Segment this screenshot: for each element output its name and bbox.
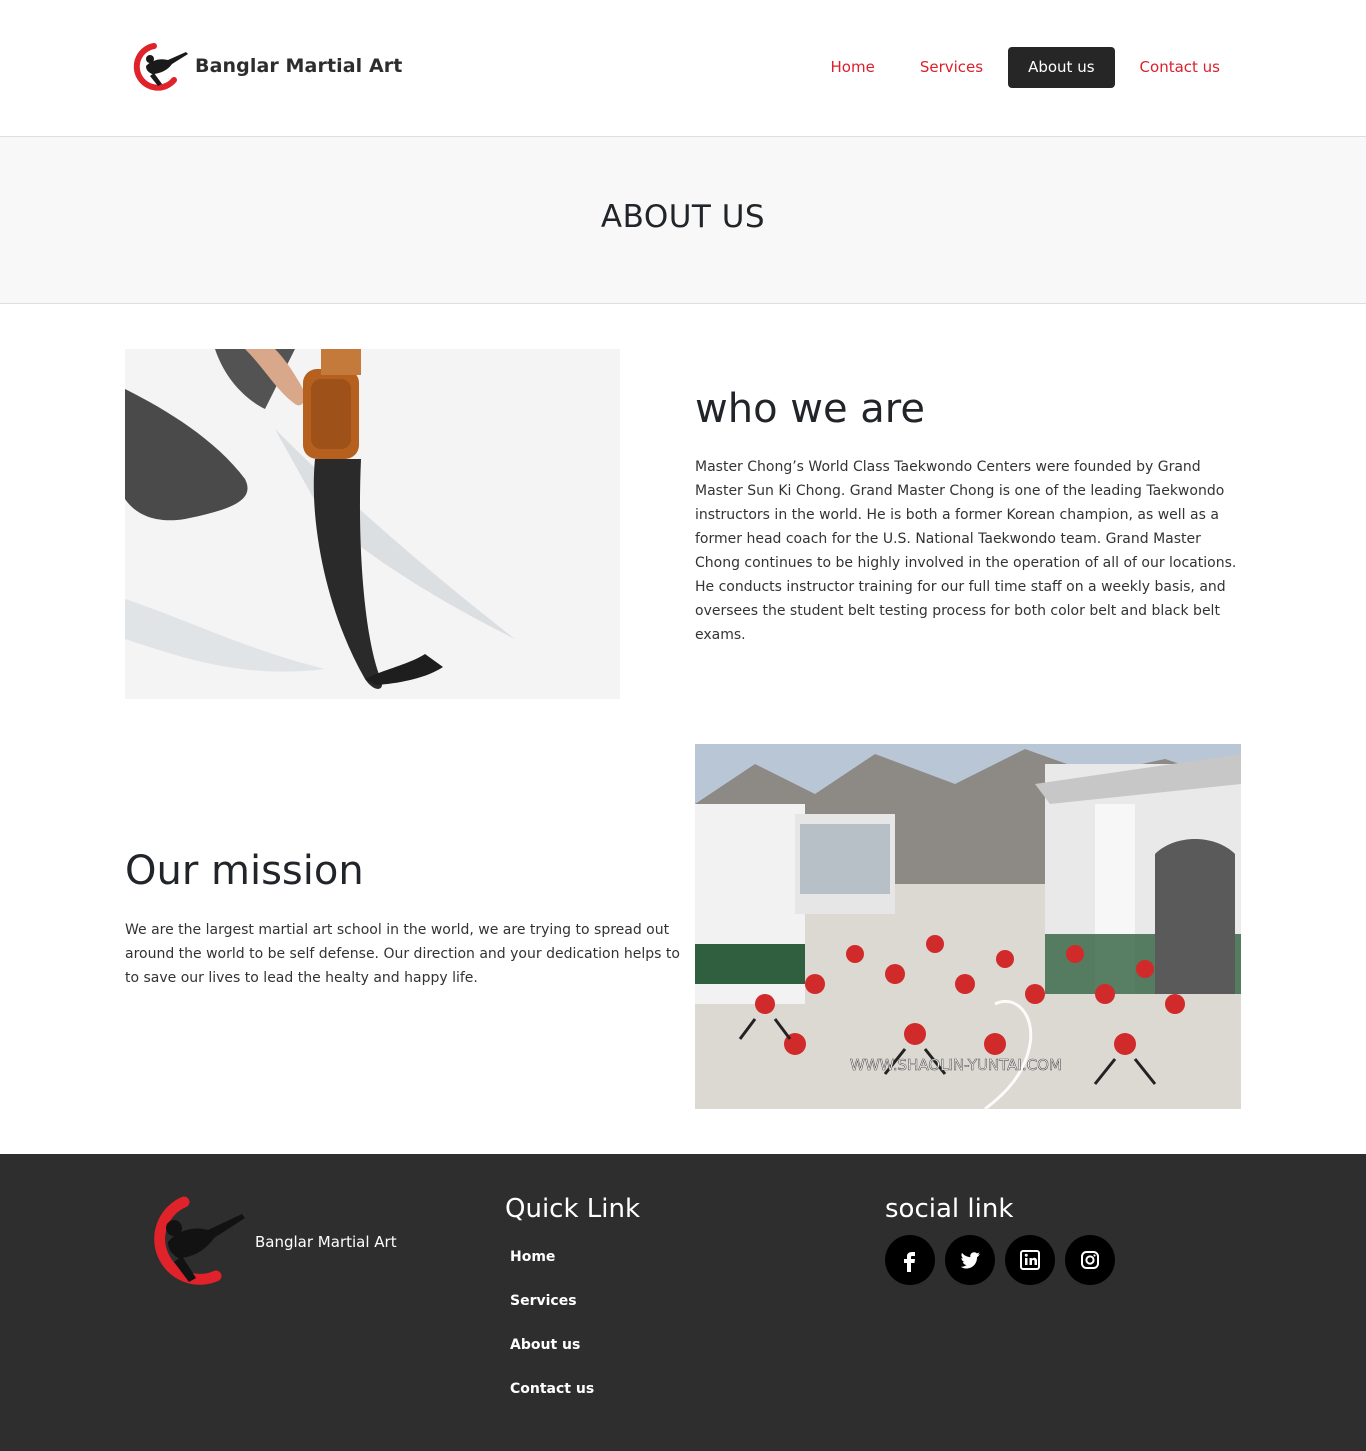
footer-link-services[interactable]: Services [510, 1293, 577, 1309]
site-header: Banglar Martial Art Home Services About … [0, 0, 1366, 137]
nav-home[interactable]: Home [811, 47, 895, 88]
brand-name: Banglar Martial Art [195, 55, 403, 77]
nav-contact-us[interactable]: Contact us [1120, 47, 1240, 88]
footer-link-about-us[interactable]: About us [510, 1337, 580, 1353]
martial-artist-kick-logo-icon [133, 43, 188, 91]
quick-link-list: Home Services About us Contact us [510, 1246, 594, 1422]
quick-link-item: Contact us [510, 1378, 594, 1422]
page-title: ABOUT US [600, 199, 766, 235]
instagram-icon[interactable] [1065, 1235, 1115, 1285]
kung-fu-training-image: WWW.SHAOLIN-YUNTAI.COM [695, 744, 1241, 1109]
facebook-icon[interactable] [885, 1235, 935, 1285]
site-footer: Banglar Martial Art Quick Link Home Serv… [0, 1154, 1366, 1451]
footer-link-home[interactable]: Home [510, 1249, 555, 1265]
social-link-heading: social link [885, 1194, 1014, 1224]
linkedin-icon[interactable] [1005, 1235, 1055, 1285]
our-mission-text: We are the largest martial art school in… [125, 922, 680, 986]
nav-services[interactable]: Services [900, 47, 1003, 88]
twitter-icon[interactable] [945, 1235, 995, 1285]
main-nav: Home Services About us Contact us [806, 47, 1240, 88]
quick-link-heading: Quick Link [505, 1194, 641, 1224]
our-mission-heading: Our mission [125, 848, 364, 894]
social-links [885, 1235, 1125, 1285]
calligraphy-brush-image [125, 349, 620, 699]
page-banner: ABOUT US [0, 137, 1366, 304]
footer-link-contact-us[interactable]: Contact us [510, 1381, 594, 1397]
brand-link[interactable]: Banglar Martial Art [128, 40, 402, 92]
footer-brand-name: Banglar Martial Art [255, 1233, 397, 1251]
nav-about-us[interactable]: About us [1008, 47, 1115, 88]
calligraphy-brush-illustration [125, 349, 620, 699]
footer-martial-artist-logo-icon [154, 1196, 245, 1285]
who-we-are-heading: who we are [695, 386, 925, 432]
quick-link-item: Home [510, 1246, 594, 1290]
who-we-are-text: Master Chong’s World Class Taekwondo Cen… [695, 459, 1237, 643]
quick-link-item: Services [510, 1290, 594, 1334]
quick-link-item: About us [510, 1334, 594, 1378]
footer-brand[interactable]: Banglar Martial Art [132, 1192, 397, 1292]
kung-fu-training-illustration: WWW.SHAOLIN-YUNTAI.COM [695, 744, 1241, 1109]
image-watermark-text: WWW.SHAOLIN-YUNTAI.COM [850, 1056, 1062, 1074]
